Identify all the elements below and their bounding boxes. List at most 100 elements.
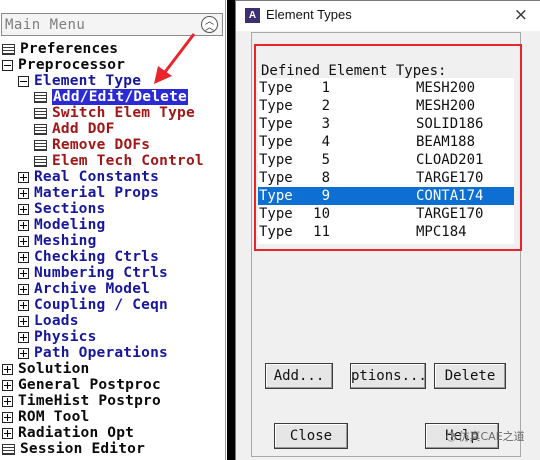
menu-item-label: Solution	[18, 361, 90, 377]
menu-item-label: Preferences	[20, 41, 119, 57]
element-type-row[interactable]: Type 8 TARGE170	[258, 169, 514, 187]
menu-item[interactable]: Archive Model	[18, 281, 150, 297]
row-type-label: Type	[259, 116, 293, 132]
menu-item-label: Modeling	[34, 217, 106, 233]
element-type-row[interactable]: Type 2 MESH200	[258, 97, 514, 115]
expand-plus-icon[interactable]	[18, 331, 29, 343]
menu-item[interactable]: Checking Ctrls	[18, 249, 159, 265]
collapse-minus-icon[interactable]	[18, 75, 29, 87]
menu-item[interactable]: TimeHist Postpro	[2, 393, 161, 409]
menu-item[interactable]: Sections	[18, 201, 105, 217]
expand-plus-icon[interactable]	[18, 315, 29, 327]
menu-item[interactable]: Coupling / Ceqn	[18, 297, 168, 313]
watermark-text: 仿真CAE之道	[458, 430, 525, 443]
row-element-name: MESH200	[416, 80, 476, 96]
row-element-name: CLOAD201	[416, 152, 484, 168]
expand-plus-icon[interactable]	[18, 171, 29, 183]
menu-item[interactable]: Numbering Ctrls	[18, 265, 168, 281]
menu-item-label: Sections	[34, 201, 106, 217]
menu-item-label: Loads	[34, 313, 79, 329]
menu-item[interactable]: Element Type	[18, 73, 141, 89]
menu-item-label: Add/Edit/Delete	[52, 89, 188, 105]
row-type-number: 3	[321, 116, 330, 132]
watermark: ◔ 仿真CAE之道	[446, 428, 525, 444]
element-type-row[interactable]: Type 1 MESH200	[258, 79, 514, 97]
close-icon[interactable]: ×	[514, 5, 528, 25]
menu-item[interactable]: Radiation Opt	[2, 425, 134, 441]
menu-item[interactable]: General Postproc	[2, 377, 161, 393]
menu-item-label: Physics	[34, 329, 97, 345]
expand-plus-icon[interactable]	[2, 395, 13, 407]
expand-plus-icon[interactable]	[2, 427, 13, 439]
menu-item[interactable]: Material Props	[18, 185, 159, 201]
row-element-name: SOLID186	[416, 116, 484, 132]
expand-plus-icon[interactable]	[18, 187, 29, 199]
row-element-name: TARGE170	[416, 170, 484, 186]
expand-plus-icon[interactable]	[2, 379, 13, 391]
menu-leaf-icon[interactable]	[2, 43, 15, 55]
row-type-label: Type	[259, 98, 293, 114]
menu-item-label: Coupling / Ceqn	[34, 297, 168, 313]
delete-button[interactable]: Delete	[434, 363, 506, 389]
row-type-label: Type	[259, 152, 293, 168]
menu-item[interactable]: Remove DOFs	[34, 137, 150, 153]
collapse-menu-icon[interactable]: ︿ ︿	[201, 16, 218, 33]
element-types-list[interactable]: Type 1 MESH200 Type 2 MESH200 Type 3 SOLID186 Typ…	[258, 78, 514, 244]
menu-item[interactable]: Add/Edit/Delete	[34, 89, 188, 105]
menu-leaf-icon[interactable]	[34, 91, 47, 103]
menu-leaf-icon[interactable]	[34, 155, 47, 167]
expand-plus-icon[interactable]	[18, 267, 29, 279]
menu-item[interactable]: Solution	[2, 361, 89, 377]
collapse-minus-icon[interactable]	[2, 59, 13, 71]
row-type-label: Type	[259, 188, 293, 204]
close-button[interactable]: Close	[274, 423, 348, 449]
element-type-row[interactable]: Type 4 BEAM188	[258, 133, 514, 151]
expand-plus-icon[interactable]	[18, 347, 29, 359]
menu-item[interactable]: Add DOF	[34, 121, 115, 137]
menu-leaf-icon[interactable]	[2, 443, 15, 455]
chat-bubble-icon: ◔	[446, 429, 457, 443]
expand-plus-icon[interactable]	[18, 219, 29, 231]
menu-item-label: TimeHist Postpro	[18, 393, 161, 409]
menu-item[interactable]: ROM Tool	[2, 409, 89, 425]
element-type-row[interactable]: Type 5 CLOAD201	[258, 151, 514, 169]
menu-item[interactable]: Path Operations	[18, 345, 168, 361]
expand-plus-icon[interactable]	[18, 203, 29, 215]
menu-item[interactable]: Elem Tech Control	[34, 153, 204, 169]
row-element-name: CONTA174	[416, 188, 484, 204]
menu-item-label: Radiation Opt	[18, 425, 135, 441]
row-type-number: 1	[321, 80, 330, 96]
element-type-row[interactable]: Type 10 TARGE170	[258, 205, 514, 223]
menu-item-label: ROM Tool	[18, 409, 90, 425]
element-type-row[interactable]: Type 9 CONTA174	[258, 187, 514, 205]
menu-item-label: Add DOF	[52, 121, 115, 137]
menu-item[interactable]: Meshing	[18, 233, 97, 249]
menu-item[interactable]: Modeling	[18, 217, 105, 233]
main-menu-panel: Main Menu ︿ ︿ Preferences Preprocessor Elem…	[0, 0, 226, 460]
expand-plus-icon[interactable]	[2, 363, 13, 375]
row-type-number: 11	[313, 224, 330, 240]
add-button[interactable]: Add...	[265, 363, 333, 389]
menu-leaf-icon[interactable]	[34, 139, 47, 151]
row-type-label: Type	[259, 170, 293, 186]
expand-plus-icon[interactable]	[2, 411, 13, 423]
menu-item[interactable]: Preprocessor	[2, 57, 125, 73]
dialog-titlebar[interactable]: A Element Types ×	[236, 1, 540, 31]
menu-item[interactable]: Session Editor	[2, 441, 145, 457]
menu-item[interactable]: Switch Elem Type	[34, 105, 195, 121]
expand-plus-icon[interactable]	[18, 235, 29, 247]
row-type-number: 5	[321, 152, 330, 168]
menu-item[interactable]: Preferences	[2, 41, 118, 57]
menu-item[interactable]: Real Constants	[18, 169, 159, 185]
expand-plus-icon[interactable]	[18, 299, 29, 311]
row-type-number: 4	[321, 134, 330, 150]
menu-leaf-icon[interactable]	[34, 107, 47, 119]
menu-item[interactable]: Loads	[18, 313, 79, 329]
menu-leaf-icon[interactable]	[34, 123, 47, 135]
menu-item[interactable]: Physics	[18, 329, 97, 345]
element-type-row[interactable]: Type 11 MPC184	[258, 223, 514, 241]
expand-plus-icon[interactable]	[18, 283, 29, 295]
element-type-row[interactable]: Type 3 SOLID186	[258, 115, 514, 133]
options-button[interactable]: ptions...	[350, 363, 426, 389]
expand-plus-icon[interactable]	[18, 251, 29, 263]
